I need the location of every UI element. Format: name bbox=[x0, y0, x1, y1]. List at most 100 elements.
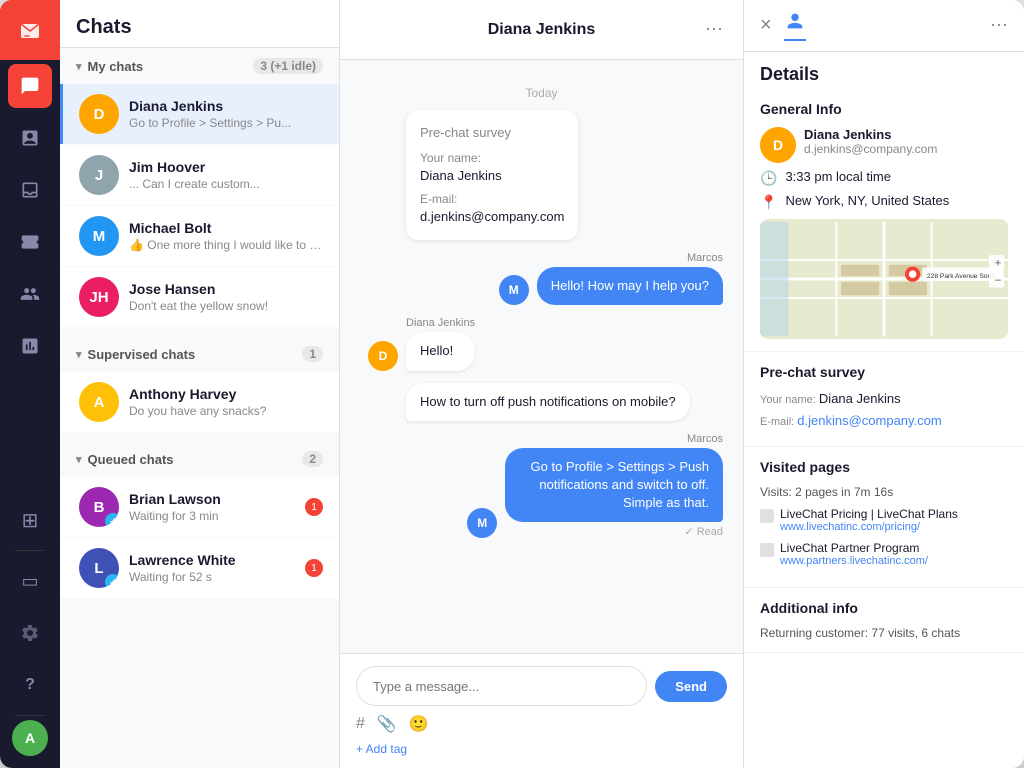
chat-item-diana[interactable]: D Diana Jenkins Go to Profile > Settings… bbox=[60, 84, 339, 144]
general-info-title: General Info bbox=[760, 101, 1008, 117]
details-more-button[interactable]: ⋯ bbox=[990, 15, 1008, 36]
nav-item-chats[interactable] bbox=[8, 64, 52, 108]
chat-header: Diana Jenkins ⋯ bbox=[340, 0, 743, 60]
person-icon[interactable] bbox=[784, 10, 806, 41]
additional-info-row: Returning customer: 77 visits, 6 chats bbox=[760, 626, 1008, 640]
chat-avatar-brian: B ✓ bbox=[79, 487, 119, 527]
message-input[interactable] bbox=[356, 666, 647, 706]
nav-item-apps[interactable]: ⊞ bbox=[8, 498, 52, 542]
msg-avatar-diana-1: D bbox=[368, 341, 398, 371]
chat-avatar-michael: M bbox=[79, 216, 119, 256]
visited-page-2-info: LiveChat Partner Program www.partners.li… bbox=[780, 541, 928, 567]
bubble-hello-user: Hello! bbox=[406, 332, 475, 370]
page-2-title: LiveChat Partner Program bbox=[780, 541, 928, 555]
date-divider: Today bbox=[360, 86, 723, 100]
my-chats-label: My chats bbox=[88, 59, 254, 74]
my-chats-header[interactable]: ▾ My chats 3 (+1 idle) bbox=[60, 48, 339, 84]
msg-row-hello-user: D Diana Jenkins Hello! bbox=[360, 317, 723, 370]
close-icon[interactable]: × bbox=[760, 14, 772, 37]
chat-name-jim: Jim Hoover bbox=[129, 159, 323, 175]
msg-avatar-marcos-1: M bbox=[499, 275, 529, 305]
prechat-section: Pre-chat survey Your name: Diana Jenkins… bbox=[744, 352, 1024, 447]
chat-item-brian[interactable]: B ✓ Brian Lawson Waiting for 3 min 1 bbox=[60, 477, 339, 537]
msg-sender-marcos-1: Marcos bbox=[537, 252, 723, 264]
prechat-card-title: Pre-chat survey bbox=[420, 124, 564, 142]
queued-chats-header[interactable]: ▾ Queued chats 2 bbox=[60, 441, 339, 477]
chat-info-lawrence: Lawrence White Waiting for 52 s bbox=[129, 552, 301, 584]
msg-content-notif-user: How to turn off push notifications on mo… bbox=[406, 383, 690, 421]
visits-count: 2 pages in 7m 16s bbox=[795, 485, 893, 499]
chat-item-lawrence[interactable]: L ✓ Lawrence White Waiting for 52 s 1 bbox=[60, 538, 339, 598]
nav-item-analytics[interactable] bbox=[8, 324, 52, 368]
details-time: 3:33 pm local time bbox=[785, 169, 891, 184]
location-icon: 📍 bbox=[760, 194, 777, 211]
prechat-name-label: Your name: bbox=[420, 150, 564, 167]
chat-item-jim[interactable]: J Jim Hoover ... Can I create custom... bbox=[60, 145, 339, 205]
svg-text:228 Park Avenue South: 228 Park Avenue South bbox=[927, 273, 997, 280]
supervised-chats-header[interactable]: ▾ Supervised chats 1 bbox=[60, 336, 339, 372]
page-2-url[interactable]: www.partners.livechatinc.com/ bbox=[780, 555, 928, 567]
msg-row-hello-agent: Marcos Hello! How may I help you? M bbox=[360, 252, 723, 305]
bubble-settings-agent: Go to Profile > Settings > Push notifica… bbox=[505, 448, 723, 523]
read-status: ✓ Read bbox=[505, 525, 723, 538]
chat-avatar-diana: D bbox=[79, 94, 119, 134]
queued-chats-count: 2 bbox=[302, 451, 323, 467]
chat-item-michael[interactable]: M Michael Bolt 👍 One more thing I would … bbox=[60, 206, 339, 266]
sidebar-title: Chats bbox=[60, 0, 339, 48]
prechat-name-field: Your name: Diana Jenkins bbox=[760, 390, 1008, 408]
details-time-row: 🕒 3:33 pm local time bbox=[760, 169, 1008, 187]
nav-item-tickets[interactable] bbox=[8, 220, 52, 264]
queued-indicator-brian: ✓ bbox=[105, 513, 119, 527]
sidebar: Chats ▾ My chats 3 (+1 idle) D Diana Jen… bbox=[60, 0, 340, 768]
prechat-name-label-detail: Your name: bbox=[760, 394, 819, 406]
messages-area: Today Pre-chat survey Your name: Diana J… bbox=[340, 60, 743, 653]
emoji-tool[interactable]: 🙂 bbox=[409, 714, 429, 734]
chat-preview-jose: Don't eat the yellow snow! bbox=[129, 299, 323, 313]
chat-name-brian: Brian Lawson bbox=[129, 491, 301, 507]
chat-more-button[interactable]: ⋯ bbox=[705, 19, 723, 40]
nav-item-reports[interactable] bbox=[8, 116, 52, 160]
map-view: 228 Park Avenue South + − bbox=[760, 219, 1008, 339]
my-chats-chevron: ▾ bbox=[76, 60, 82, 73]
nav-bar: ⊞ ▭ ? A bbox=[0, 0, 60, 768]
page-1-title: LiveChat Pricing | LiveChat Plans bbox=[780, 507, 958, 521]
chat-item-anthony[interactable]: A Anthony Harvey Do you have any snacks? bbox=[60, 372, 339, 432]
prechat-name-value-detail: Diana Jenkins bbox=[819, 391, 901, 406]
page-1-url[interactable]: www.livechatinc.com/pricing/ bbox=[780, 521, 958, 533]
chat-item-jose[interactable]: JH Jose Hansen Don't eat the yellow snow… bbox=[60, 267, 339, 327]
chat-name-diana: Diana Jenkins bbox=[129, 98, 323, 114]
user-avatar-nav[interactable]: A bbox=[12, 720, 48, 756]
chat-info-michael: Michael Bolt 👍 One more thing I would li… bbox=[129, 220, 323, 252]
queued-indicator-lawrence: ✓ bbox=[105, 574, 119, 588]
chat-avatar-anthony: A bbox=[79, 382, 119, 422]
chat-main: Diana Jenkins ⋯ Today Pre-chat survey Yo… bbox=[340, 0, 744, 768]
chat-name-lawrence: Lawrence White bbox=[129, 552, 301, 568]
page-icon-2 bbox=[760, 543, 774, 557]
details-location-row: 📍 New York, NY, United States bbox=[760, 193, 1008, 211]
chat-name-michael: Michael Bolt bbox=[129, 220, 323, 236]
nav-item-inbox[interactable] bbox=[8, 168, 52, 212]
returning-label: Returning customer: bbox=[760, 626, 868, 640]
nav-item-window[interactable]: ▭ bbox=[8, 559, 52, 603]
msg-content-settings-agent: Marcos Go to Profile > Settings > Push n… bbox=[505, 433, 723, 539]
prechat-name-value: Diana Jenkins bbox=[420, 167, 564, 185]
bubble-notif-user: How to turn off push notifications on mo… bbox=[406, 383, 690, 421]
details-panel: × ⋯ Details General Info D Diana Jenkins… bbox=[744, 0, 1024, 768]
visited-page-2: LiveChat Partner Program www.partners.li… bbox=[760, 541, 1008, 567]
nav-logo[interactable] bbox=[0, 0, 60, 60]
queued-chats-label: Queued chats bbox=[88, 452, 303, 467]
hashtag-tool[interactable]: # bbox=[356, 715, 365, 733]
nav-item-help[interactable]: ? bbox=[8, 663, 52, 707]
general-info-section: General Info D Diana Jenkins d.jenkins@c… bbox=[744, 89, 1024, 352]
returning-value: 77 visits, 6 chats bbox=[871, 626, 960, 640]
nav-item-customers[interactable] bbox=[8, 272, 52, 316]
supervised-chats-label: Supervised chats bbox=[88, 347, 303, 362]
prechat-email-label: E-mail: bbox=[420, 191, 564, 208]
add-tag-button[interactable]: + Add tag bbox=[356, 742, 727, 756]
visits-summary: Visits: 2 pages in 7m 16s bbox=[760, 485, 1008, 499]
nav-item-settings[interactable] bbox=[8, 611, 52, 655]
send-button[interactable]: Send bbox=[655, 671, 727, 702]
visited-pages-section: Visited pages Visits: 2 pages in 7m 16s … bbox=[744, 447, 1024, 588]
attachment-tool[interactable]: 📎 bbox=[377, 714, 397, 734]
chat-header-actions: ⋯ bbox=[602, 19, 723, 40]
